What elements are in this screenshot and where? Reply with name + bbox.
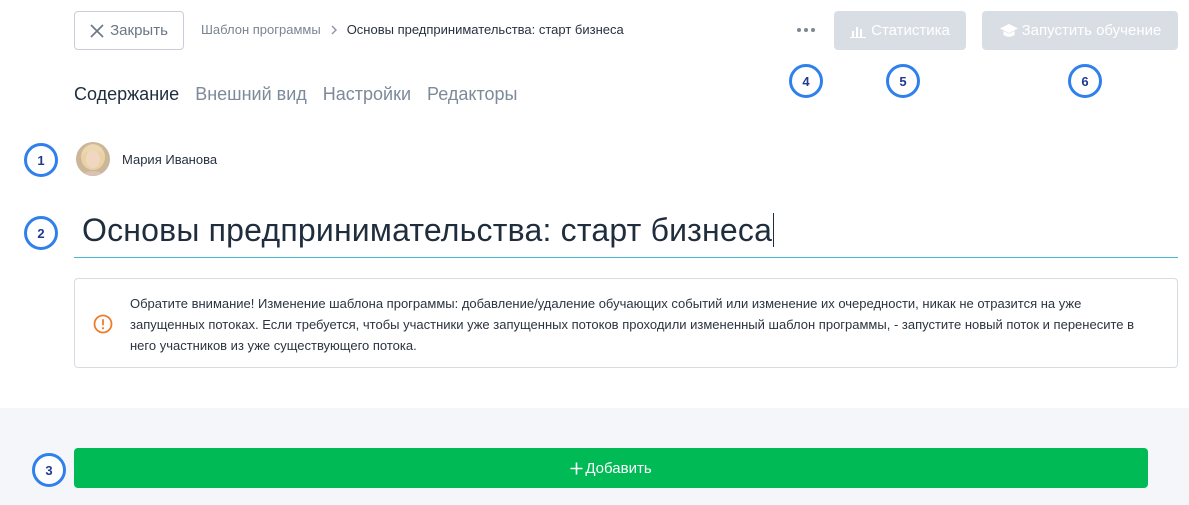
close-button[interactable]: Закрыть — [74, 11, 184, 50]
warning-notice: Обратите внимание! Изменение шаблона про… — [74, 278, 1178, 368]
tab-bar: Содержание Внешний вид Настройки Редакто… — [74, 84, 517, 105]
graduation-cap-icon — [999, 23, 1018, 37]
author-name: Мария Иванова — [122, 151, 218, 167]
callout-marker-6: 6 — [1068, 64, 1102, 98]
statistics-button-label: Статистика — [871, 22, 950, 39]
avatar — [76, 142, 110, 176]
bar-chart-icon — [850, 26, 867, 38]
close-button-label: Закрыть — [110, 22, 168, 39]
tab-settings[interactable]: Настройки — [323, 84, 411, 105]
callout-marker-4: 4 — [789, 64, 823, 98]
chevron-right-icon — [330, 25, 338, 35]
breadcrumb: Шаблон программы Основы предпринимательс… — [201, 22, 624, 37]
program-title-value: Основы предпринимательства: старт бизнес… — [82, 212, 773, 248]
program-title-input[interactable]: Основы предпринимательства: старт бизнес… — [82, 212, 775, 249]
launch-training-button[interactable]: Запустить обучение — [982, 11, 1178, 50]
launch-training-button-label: Запустить обучение — [1021, 22, 1162, 39]
callout-marker-2: 2 — [24, 216, 58, 250]
tab-editors[interactable]: Редакторы — [427, 84, 517, 105]
add-button[interactable]: Добавить — [74, 448, 1148, 488]
close-icon — [90, 23, 104, 38]
text-caret — [773, 213, 775, 247]
more-horizontal-icon[interactable] — [793, 21, 819, 39]
callout-marker-3: 3 — [32, 453, 66, 487]
callout-marker-1: 1 — [24, 143, 58, 177]
warning-notice-text: Обратите внимание! Изменение шаблона про… — [130, 296, 1135, 353]
tab-appearance[interactable]: Внешний вид — [195, 84, 307, 105]
top-bar: Закрыть Шаблон программы Основы предприн… — [0, 0, 1189, 62]
breadcrumb-parent-link[interactable]: Шаблон программы — [201, 22, 321, 37]
statistics-button[interactable]: Статистика — [834, 11, 966, 50]
add-button-label: Добавить — [585, 459, 652, 477]
program-title-field[interactable]: Основы предпринимательства: старт бизнес… — [74, 204, 1178, 258]
warning-circle-icon — [93, 314, 113, 334]
author-info: Мария Иванова — [76, 142, 217, 176]
breadcrumb-current: Основы предпринимательства: старт бизнес… — [346, 22, 624, 37]
tab-content[interactable]: Содержание — [74, 84, 179, 105]
plus-icon — [570, 462, 583, 474]
callout-marker-5: 5 — [886, 64, 920, 98]
